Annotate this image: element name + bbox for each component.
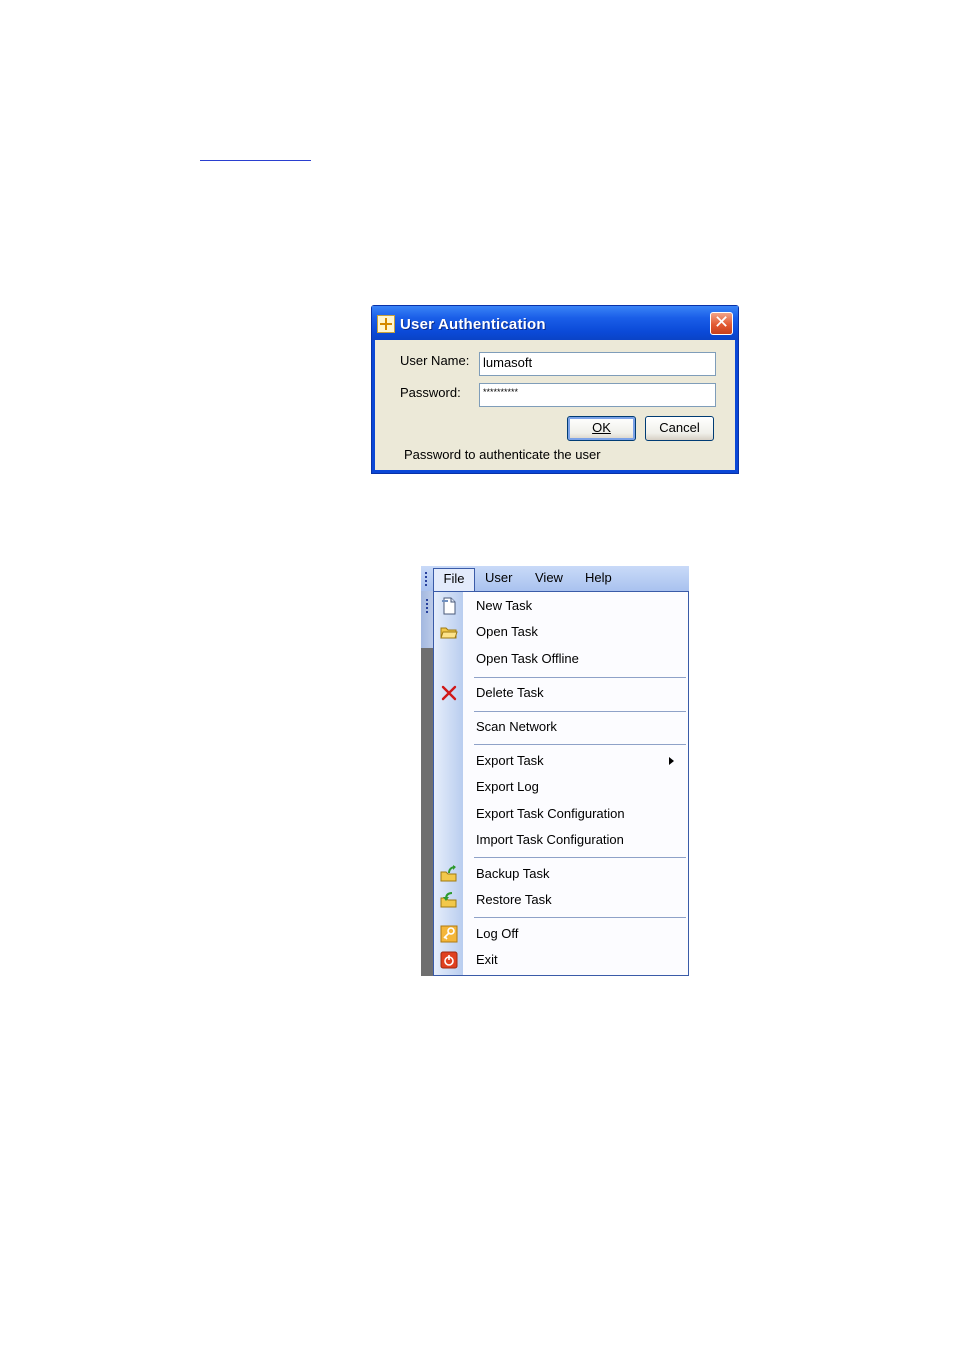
menu-item-scan-network[interactable]: Scan Network	[434, 715, 688, 739]
username-input[interactable]: lumasoft	[479, 352, 716, 376]
cancel-button[interactable]: Cancel	[645, 416, 714, 441]
power-icon	[440, 951, 458, 969]
close-button[interactable]: ✕	[710, 312, 733, 335]
menu-item-label: Backup Task	[476, 866, 550, 881]
menubar-grip[interactable]	[425, 572, 428, 588]
menu-item-export-log[interactable]: Export Log	[434, 775, 688, 799]
file-dropdown-menu: New Task Open Task Open Task Offline Del…	[433, 591, 689, 976]
dialog-title: User Authentication	[400, 316, 546, 333]
user-authentication-dialog: User Authentication ✕ User Name: lumasof…	[371, 305, 739, 474]
close-icon: ✕	[713, 312, 730, 333]
ok-button-label: OK	[592, 420, 611, 435]
delete-x-icon	[441, 685, 457, 701]
menu-help[interactable]: Help	[585, 570, 612, 585]
app-icon	[377, 315, 395, 333]
menu-item-label: Delete Task	[476, 685, 544, 700]
menu-item-backup-task[interactable]: Backup Task	[434, 862, 688, 886]
menu-item-label: Scan Network	[476, 719, 557, 734]
toolbar-strip	[421, 591, 433, 976]
menu-item-open-task[interactable]: Open Task	[434, 620, 688, 644]
submenu-arrow-icon	[669, 757, 674, 765]
menu-item-label: Export Task Configuration	[476, 806, 625, 821]
open-folder-icon	[440, 627, 458, 639]
menu-item-label: Open Task	[476, 624, 538, 639]
menu-item-label: Import Task Configuration	[476, 832, 624, 847]
dialog-titlebar[interactable]: User Authentication ✕	[372, 306, 738, 340]
status-text: Password to authenticate the user	[404, 447, 601, 462]
menu-item-label: Exit	[476, 952, 498, 967]
menu-separator	[474, 857, 686, 858]
menu-item-label: New Task	[476, 598, 533, 613]
menu-item-label: Export Task	[476, 753, 544, 768]
menu-separator	[474, 711, 686, 712]
menu-item-export-task-configuration[interactable]: Export Task Configuration	[434, 802, 688, 826]
menu-separator	[474, 677, 686, 678]
menu-item-label: Log Off	[476, 926, 519, 941]
file-menu-screenshot: File User View Help New Task Open Task O…	[421, 566, 689, 976]
backup-folder-icon	[440, 865, 457, 882]
menu-item-delete-task[interactable]: Delete Task	[434, 681, 688, 705]
username-label: User Name:	[400, 353, 470, 368]
ok-button[interactable]: OK	[567, 416, 636, 441]
menubar: File User View Help	[421, 566, 689, 591]
dialog-body: User Name: lumasoft Password: **********…	[375, 340, 735, 470]
cancel-button-label: Cancel	[659, 420, 700, 435]
menu-item-restore-task[interactable]: Restore Task	[434, 888, 688, 912]
menu-separator	[474, 917, 686, 918]
menu-separator	[474, 744, 686, 745]
menu-view[interactable]: View	[535, 570, 563, 585]
new-document-icon	[442, 597, 456, 615]
menu-item-exit[interactable]: Exit	[434, 948, 688, 972]
menu-item-label: Restore Task	[476, 892, 552, 907]
menu-item-export-task[interactable]: Export Task	[434, 749, 688, 773]
password-label: Password:	[400, 385, 461, 400]
menu-file[interactable]: File	[433, 568, 475, 591]
toolbar-grip[interactable]	[426, 599, 429, 615]
password-input[interactable]: **********	[479, 383, 716, 407]
menu-item-import-task-configuration[interactable]: Import Task Configuration	[434, 828, 688, 852]
menu-item-new-task[interactable]: New Task	[434, 594, 688, 618]
menu-item-label: Export Log	[476, 779, 539, 794]
menu-item-log-off[interactable]: Log Off	[434, 922, 688, 946]
menu-item-label: Open Task Offline	[476, 651, 579, 666]
menu-user[interactable]: User	[485, 570, 512, 585]
restore-folder-icon	[440, 892, 457, 908]
key-icon	[440, 925, 458, 943]
menu-item-open-task-offline[interactable]: Open Task Offline	[434, 647, 688, 671]
page-hyperlink[interactable]	[200, 150, 311, 161]
